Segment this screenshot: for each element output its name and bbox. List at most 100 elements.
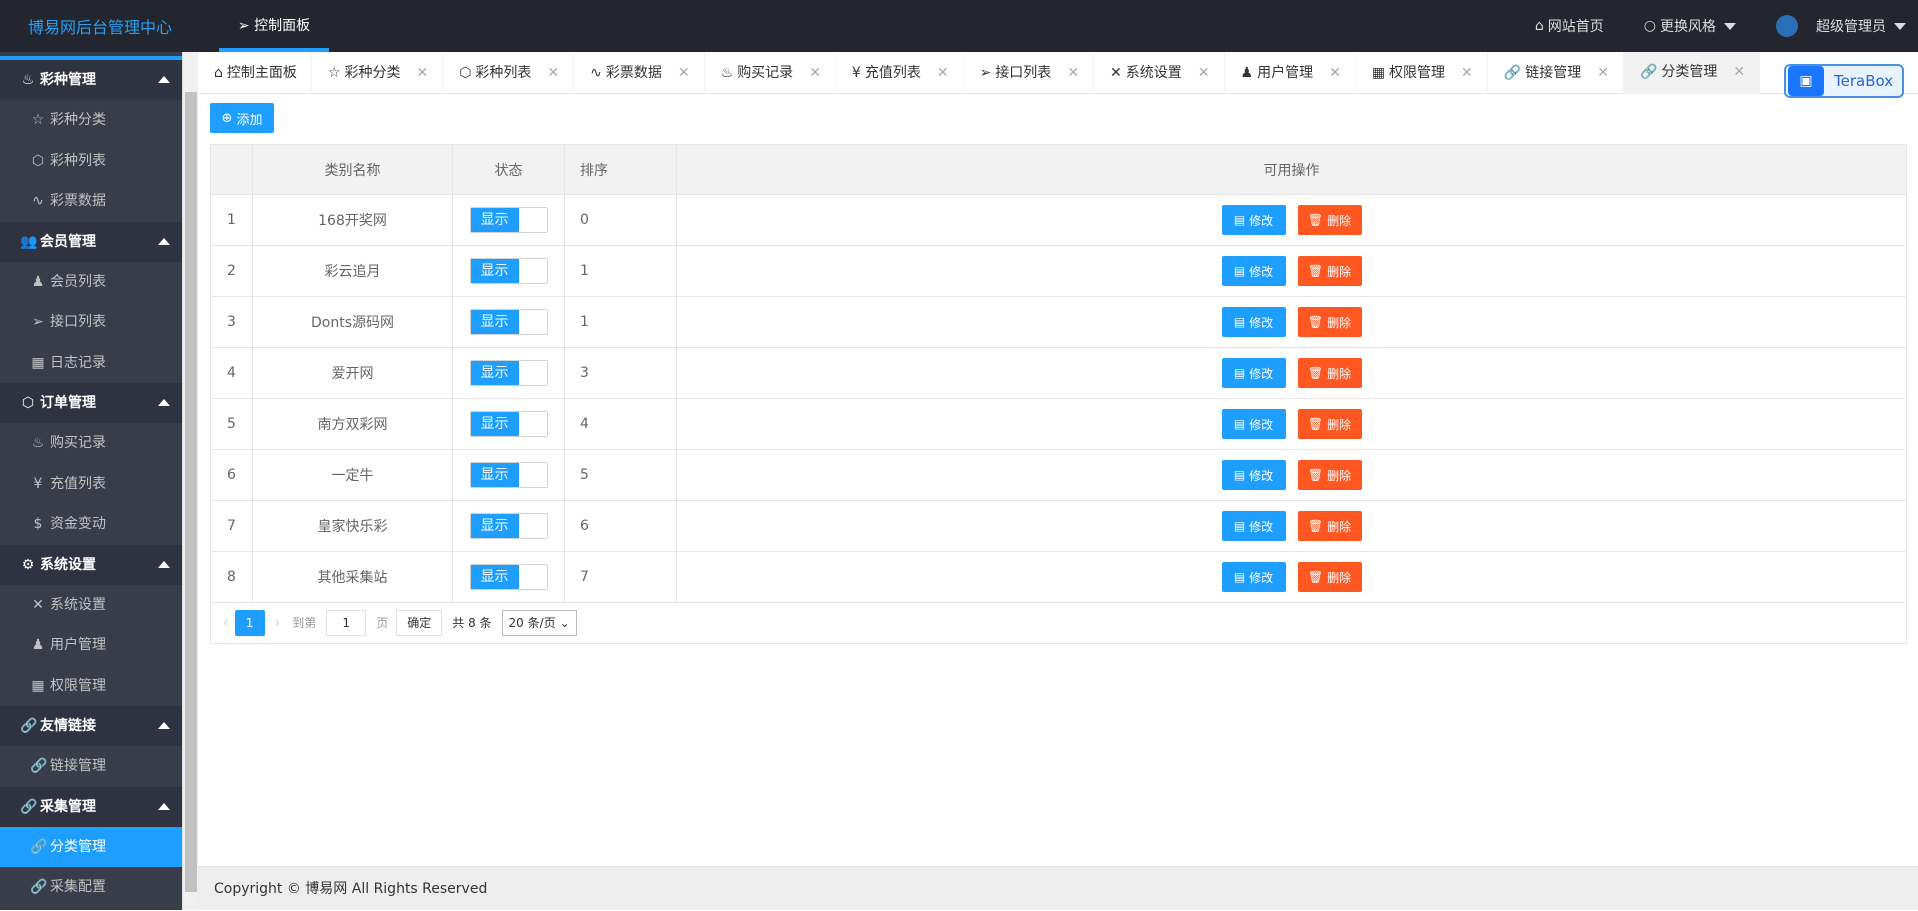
status-switch[interactable]: 显示 bbox=[469, 411, 548, 437]
edit-icon: ▤ bbox=[1233, 570, 1246, 584]
close-icon[interactable]: ✕ bbox=[1067, 51, 1079, 95]
trash-icon: 🗑 bbox=[1307, 264, 1324, 278]
sidebar-item-category-manage[interactable]: 🔗 分类管理 bbox=[0, 826, 182, 867]
sidebar-item-funds[interactable]: $ 资金变动 bbox=[0, 504, 182, 545]
next-page-icon[interactable]: › bbox=[275, 615, 281, 631]
status-switch[interactable]: 显示 bbox=[469, 564, 548, 590]
scrollbar-thumb[interactable] bbox=[185, 92, 197, 892]
tab-link-manage[interactable]: 🔗 链接管理 ✕ bbox=[1488, 52, 1624, 94]
trash-icon: 🗑 bbox=[1307, 315, 1324, 329]
sidebar-group-lottery[interactable]: ♨ 彩种管理 bbox=[0, 60, 182, 100]
close-icon[interactable]: ✕ bbox=[809, 51, 821, 95]
status-switch[interactable]: 显示 bbox=[469, 309, 548, 335]
delete-button[interactable]: 🗑 删除 bbox=[1297, 409, 1362, 439]
sidebar-group-orders[interactable]: ⬡ 订单管理 bbox=[0, 383, 182, 423]
close-icon[interactable]: ✕ bbox=[547, 51, 559, 95]
table-row: 2 彩云追月 显示 1 ▤ 修改 🗑 删除 bbox=[210, 245, 1907, 297]
page-1[interactable]: 1 bbox=[234, 609, 265, 636]
category-table: 类别名称 状态 排序 可用操作 1 168开奖网 显示 0 ▤ 修改 🗑 删除 2 彩云追月 显示 1… bbox=[210, 144, 1907, 603]
sidebar-item-users[interactable]: ♟ 用户管理 bbox=[0, 625, 182, 666]
tab-dashboard[interactable]: ⌂ 控制主面板 bbox=[198, 52, 312, 94]
edit-icon: ▤ bbox=[1233, 468, 1246, 482]
close-icon[interactable]: ✕ bbox=[416, 51, 428, 95]
top-nav-dashboard[interactable]: ➢ 控制面板 bbox=[219, 0, 329, 52]
calendar-icon: ▦ bbox=[31, 354, 45, 371]
sidebar-item-purchase[interactable]: ♨ 购买记录 bbox=[0, 423, 182, 464]
sidebar-item-api-list[interactable]: ➢ 接口列表 bbox=[0, 302, 182, 343]
sidebar-item-lottery-category[interactable]: ☆ 彩种分类 bbox=[0, 100, 182, 141]
close-icon[interactable]: ✕ bbox=[1733, 50, 1745, 94]
site-home-link[interactable]: ⌂ 网站首页 bbox=[1535, 16, 1604, 36]
close-icon[interactable]: ✕ bbox=[1461, 51, 1473, 95]
status-switch[interactable]: 显示 bbox=[469, 207, 548, 233]
sidebar-scrollbar[interactable] bbox=[182, 52, 198, 910]
edit-button[interactable]: ▤ 修改 bbox=[1221, 409, 1286, 439]
tab-settings[interactable]: ✕ 系统设置 ✕ bbox=[1094, 51, 1225, 95]
sidebar-item-lottery-data[interactable]: ∿ 彩票数据 bbox=[0, 181, 182, 222]
tab-permissions[interactable]: ▦ 权限管理 ✕ bbox=[1356, 52, 1488, 94]
sidebar-item-settings[interactable]: ✕ 系统设置 bbox=[0, 585, 182, 626]
sidebar-item-permissions[interactable]: ▦ 权限管理 bbox=[0, 666, 182, 707]
confirm-button[interactable]: 确定 bbox=[396, 609, 443, 636]
prev-page-icon[interactable]: ‹ bbox=[223, 615, 229, 631]
status-switch[interactable]: 显示 bbox=[469, 462, 548, 488]
close-icon[interactable]: ✕ bbox=[1597, 51, 1609, 95]
delete-button[interactable]: 🗑 删除 bbox=[1297, 511, 1362, 541]
tab-label: 彩种列表 bbox=[475, 65, 532, 81]
delete-button[interactable]: 🗑 删除 bbox=[1297, 256, 1362, 286]
edit-button[interactable]: ▤ 修改 bbox=[1221, 511, 1286, 541]
sidebar-item-collect-config[interactable]: 🔗 采集配置 bbox=[0, 867, 182, 908]
delete-button[interactable]: 🗑 删除 bbox=[1297, 562, 1362, 592]
edit-button[interactable]: ▤ 修改 bbox=[1221, 562, 1286, 592]
user-menu[interactable]: 超级管理员 bbox=[1776, 15, 1906, 37]
tab-api-list[interactable]: ➢ 接口列表 ✕ bbox=[964, 51, 1095, 95]
status-switch[interactable]: 显示 bbox=[469, 360, 548, 386]
sidebar-item-recharge[interactable]: ¥ 充值列表 bbox=[0, 464, 182, 505]
edit-button[interactable]: ▤ 修改 bbox=[1221, 358, 1286, 388]
terabox-widget[interactable]: ▣ TeraBox bbox=[1784, 64, 1904, 98]
delete-button[interactable]: 🗑 删除 bbox=[1297, 358, 1362, 388]
change-theme-link[interactable]: ○ 更换风格 bbox=[1644, 16, 1736, 36]
tab-lottery-category[interactable]: ☆ 彩种分类 ✕ bbox=[312, 51, 444, 95]
actions-cell: ▤ 修改 🗑 删除 bbox=[676, 449, 1907, 501]
sidebar-item-lottery-list[interactable]: ⬡ 彩种列表 bbox=[0, 141, 182, 182]
edit-button[interactable]: ▤ 修改 bbox=[1221, 256, 1286, 286]
add-button[interactable]: ⊕ 添加 bbox=[210, 103, 274, 133]
sidebar-group-links[interactable]: 🔗 友情链接 bbox=[0, 706, 182, 746]
sidebar-item-link-manage[interactable]: 🔗 链接管理 bbox=[0, 746, 182, 787]
tab-purchase[interactable]: ♨ 购买记录 ✕ bbox=[705, 52, 836, 94]
edit-button[interactable]: ▤ 修改 bbox=[1221, 460, 1286, 490]
tab-users[interactable]: ♟ 用户管理 ✕ bbox=[1225, 52, 1356, 94]
fire-icon: ♨ bbox=[31, 435, 45, 451]
delete-label: 删除 bbox=[1327, 264, 1352, 279]
edit-button[interactable]: ▤ 修改 bbox=[1221, 307, 1286, 337]
change-theme-label: 更换风格 bbox=[1660, 19, 1716, 35]
per-page-select[interactable]: 20 条/页 ⌄ bbox=[501, 609, 577, 636]
circle-icon: ○ bbox=[1643, 18, 1656, 34]
close-icon[interactable]: ✕ bbox=[1198, 51, 1210, 95]
close-icon[interactable]: ✕ bbox=[678, 51, 690, 95]
tab-lottery-list[interactable]: ⬡ 彩种列表 ✕ bbox=[443, 51, 575, 95]
category-name: Donts源码网 bbox=[252, 296, 453, 348]
goto-page-input[interactable]: 1 bbox=[326, 609, 367, 636]
brand-title[interactable]: 博易网后台管理中心 bbox=[0, 0, 200, 52]
delete-label: 删除 bbox=[1327, 315, 1352, 330]
status-switch[interactable]: 显示 bbox=[469, 258, 548, 284]
delete-button[interactable]: 🗑 删除 bbox=[1297, 460, 1362, 490]
switch-knob bbox=[518, 412, 547, 436]
delete-button[interactable]: 🗑 删除 bbox=[1297, 307, 1362, 337]
status-switch[interactable]: 显示 bbox=[469, 513, 548, 539]
edit-button[interactable]: ▤ 修改 bbox=[1221, 205, 1286, 235]
sidebar-group-system[interactable]: ⚙ 系统设置 bbox=[0, 544, 182, 585]
close-icon[interactable]: ✕ bbox=[937, 51, 949, 95]
tab-category-manage[interactable]: 🔗 分类管理 ✕ bbox=[1623, 50, 1761, 94]
tools-icon: ✕ bbox=[32, 596, 44, 613]
sidebar-group-members[interactable]: 👥 会员管理 bbox=[0, 221, 182, 262]
sidebar-item-log[interactable]: ▦ 日志记录 bbox=[0, 343, 182, 384]
tab-lottery-data[interactable]: ∿ 彩票数据 ✕ bbox=[574, 51, 705, 95]
tab-recharge[interactable]: ¥ 充值列表 ✕ bbox=[836, 52, 964, 94]
sidebar-item-member-list[interactable]: ♟ 会员列表 bbox=[0, 262, 182, 303]
close-icon[interactable]: ✕ bbox=[1329, 51, 1341, 95]
sidebar-group-collect[interactable]: 🔗 采集管理 bbox=[0, 786, 182, 827]
delete-button[interactable]: 🗑 删除 bbox=[1297, 205, 1362, 235]
